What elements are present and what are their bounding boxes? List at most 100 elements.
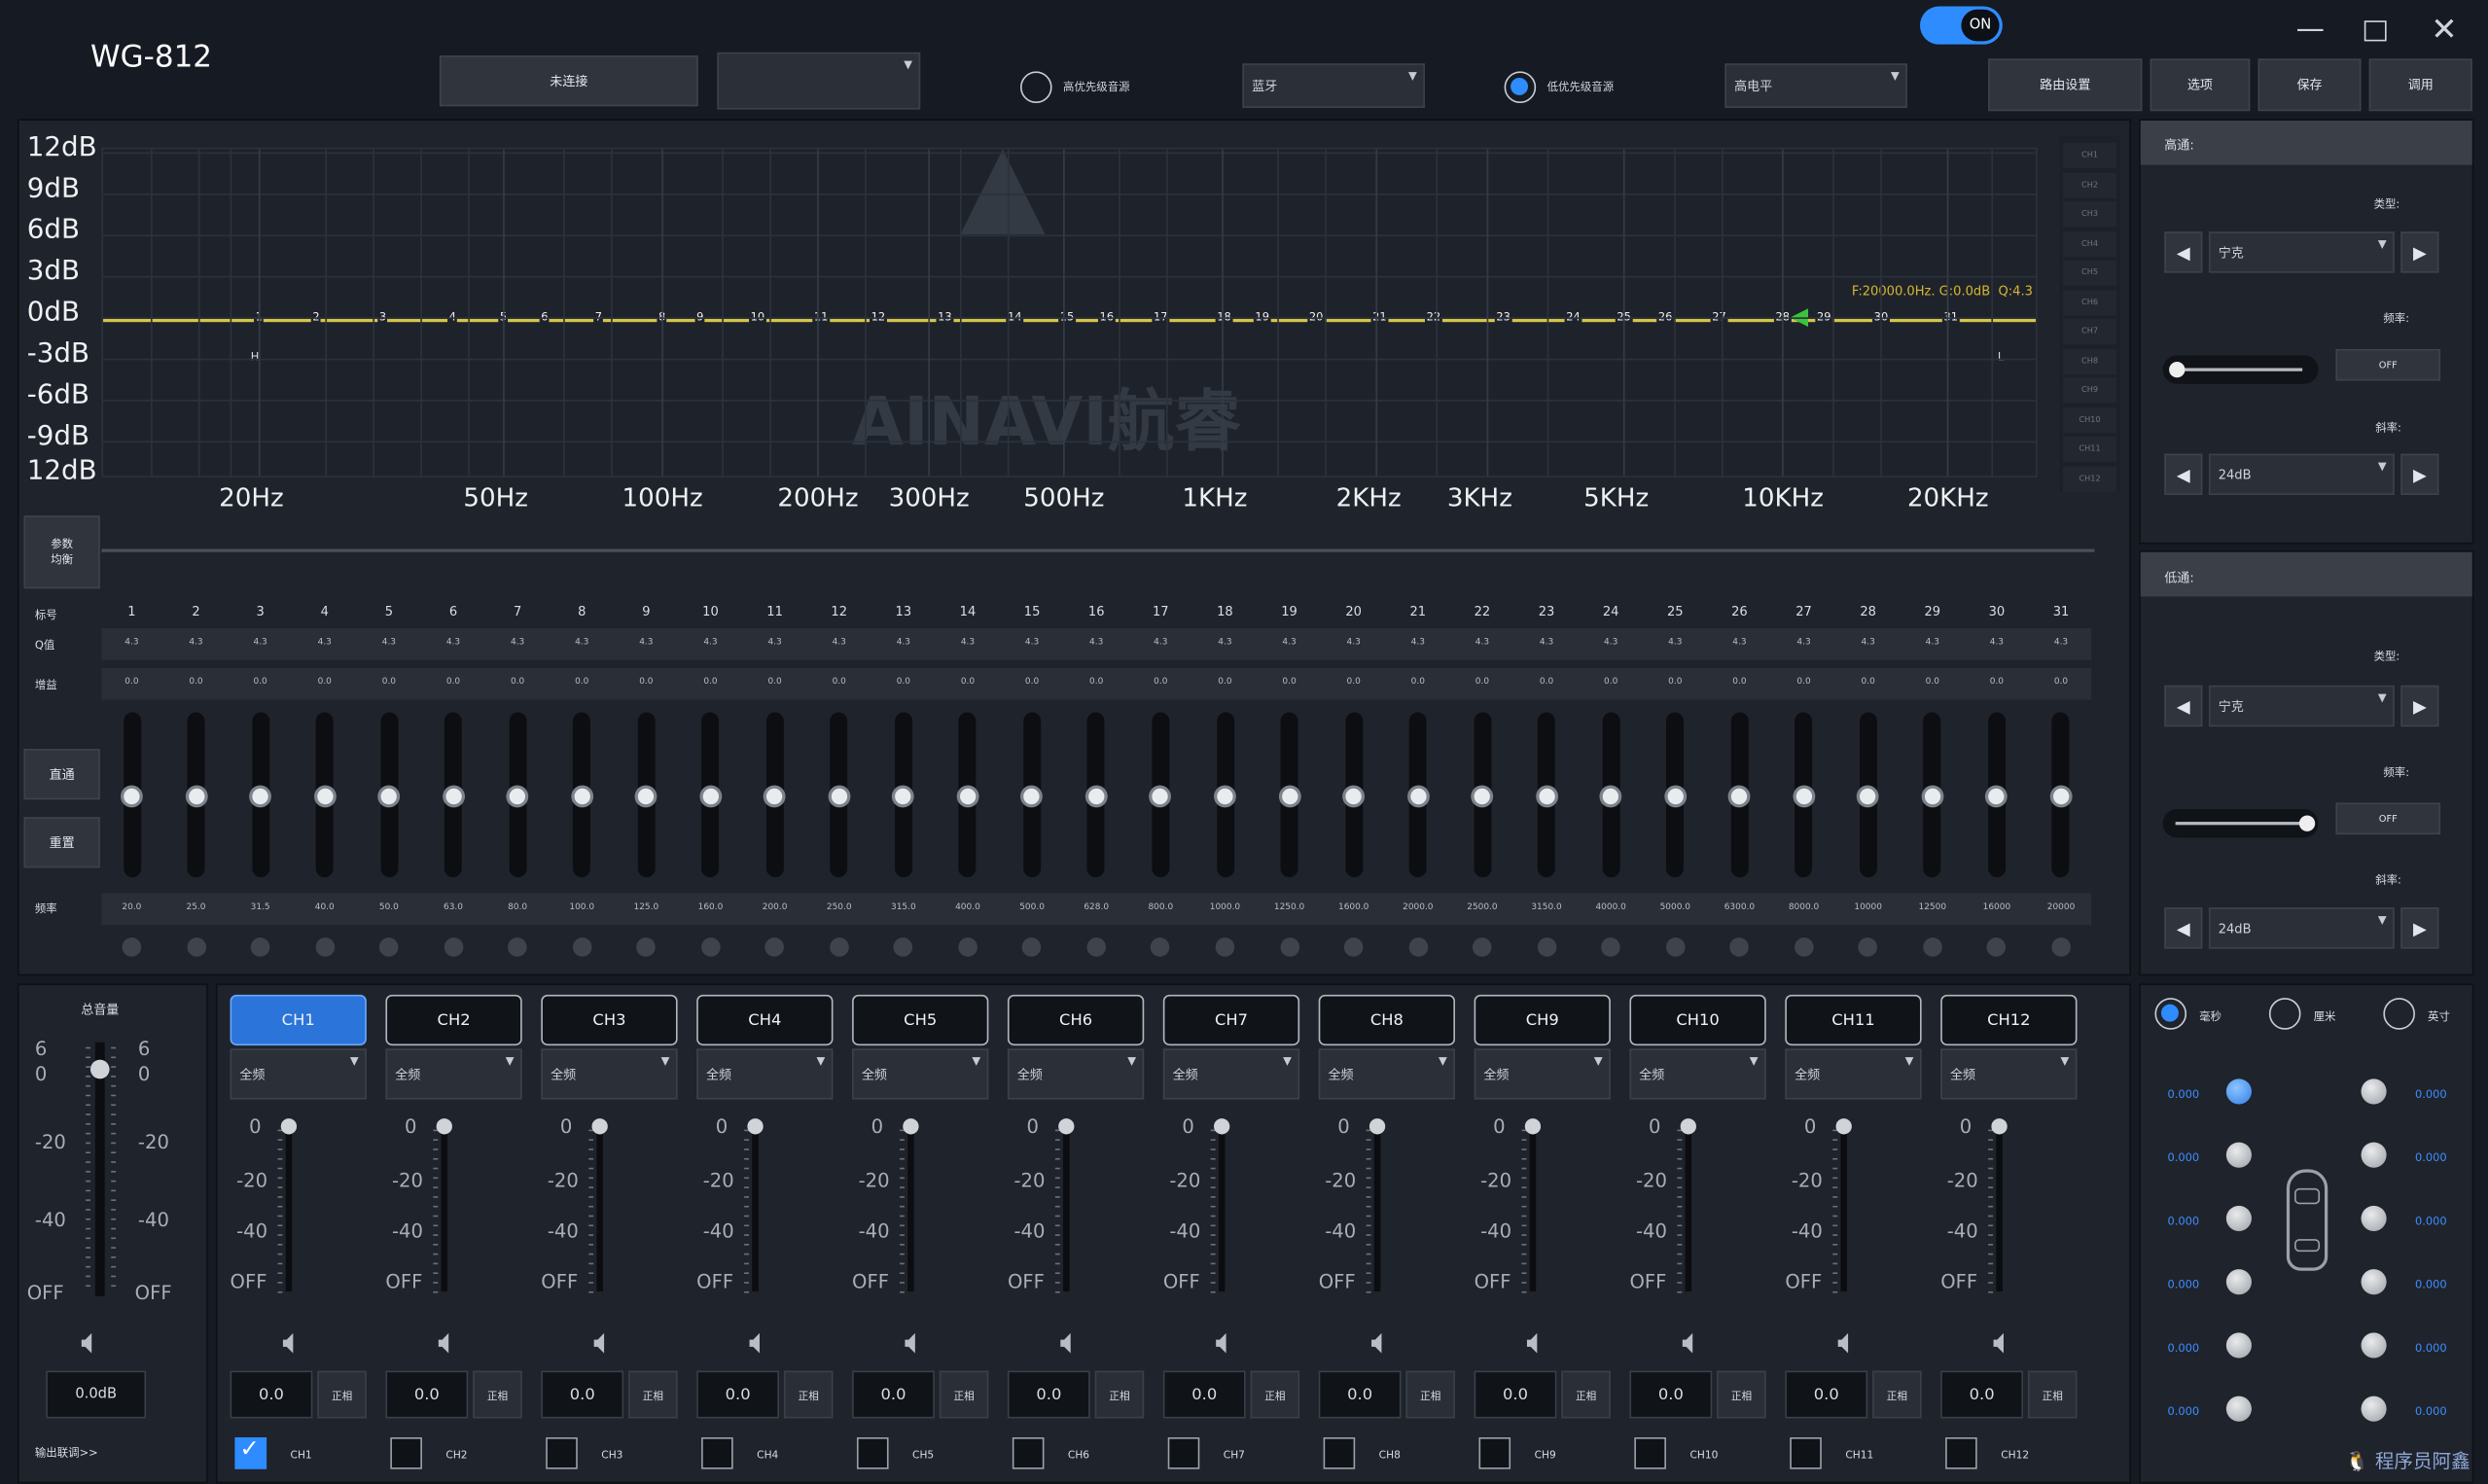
band-freq[interactable]: 8000.0 — [1775, 902, 1832, 912]
highpass-slope-combo[interactable]: 24dB ▼ — [2208, 453, 2395, 495]
band-gain[interactable]: 0.0 — [430, 678, 478, 688]
band-freq[interactable]: 6300.0 — [1711, 902, 1768, 912]
band-bypass-toggle[interactable] — [186, 937, 206, 957]
channel-select-ch12[interactable]: CH12 — [1940, 994, 2078, 1046]
channel-link-checkbox[interactable] — [1790, 1437, 1822, 1469]
channel-phase-button[interactable]: 正相 — [628, 1370, 678, 1419]
delay-unit-radio[interactable] — [2268, 998, 2301, 1030]
maximize-icon[interactable] — [2364, 20, 2387, 42]
band-fader-knob[interactable] — [252, 788, 268, 805]
band-gain[interactable]: 0.0 — [1458, 678, 1506, 688]
band-gain[interactable]: 0.0 — [236, 678, 284, 688]
band-q[interactable]: 4.3 — [1652, 638, 1699, 648]
band-gain[interactable]: 0.0 — [1973, 678, 2020, 688]
band-bypass-toggle[interactable] — [122, 937, 142, 957]
band-q[interactable]: 4.3 — [1073, 638, 1120, 648]
band-bypass-toggle[interactable] — [700, 937, 721, 957]
channel-fader-knob[interactable] — [1991, 1118, 2008, 1135]
band-fader-knob[interactable] — [959, 788, 977, 805]
band-gain[interactable]: 0.0 — [1073, 678, 1120, 688]
speaker-icon[interactable]: 🔈︎ — [749, 1324, 770, 1363]
speaker-icon[interactable]: 🔈︎ — [1216, 1324, 1237, 1363]
channel-phase-button[interactable]: 正相 — [1094, 1370, 1145, 1419]
band-gain[interactable]: 0.0 — [751, 678, 799, 688]
band-q[interactable]: 4.3 — [687, 638, 734, 648]
channel-fader[interactable] — [1529, 1121, 1537, 1291]
band-freq[interactable]: 500.0 — [1004, 902, 1061, 912]
channel-fader-knob[interactable] — [1524, 1118, 1542, 1135]
channel-fader[interactable] — [1218, 1121, 1226, 1291]
band-fader-knob[interactable] — [1088, 788, 1105, 805]
minimize-icon[interactable]: — — [2296, 13, 2325, 46]
band-gain[interactable]: 0.0 — [1716, 678, 1763, 688]
band-q[interactable]: 4.3 — [1780, 638, 1828, 648]
band-bypass-toggle[interactable] — [1537, 937, 1556, 957]
load-button[interactable]: 调用 — [2368, 58, 2472, 112]
channel-gain-value[interactable]: 0.0 — [1940, 1370, 2024, 1419]
band-gain[interactable]: 0.0 — [172, 678, 220, 688]
device-combo[interactable]: ▼ — [717, 52, 921, 110]
channel-fader[interactable] — [596, 1121, 603, 1291]
band-q[interactable]: 4.3 — [108, 638, 156, 648]
channel-gain-value[interactable]: 0.0 — [1162, 1370, 1246, 1419]
reset-button[interactable]: 重置 — [23, 817, 100, 868]
band-q[interactable]: 4.3 — [1330, 638, 1377, 648]
channel-select-ch2[interactable]: CH2 — [385, 994, 522, 1046]
channel-fader[interactable] — [1840, 1121, 1847, 1291]
delay-left-value[interactable]: 0.000 — [2167, 1216, 2199, 1228]
low-source-combo[interactable]: 高电平 ▼ — [1724, 63, 1907, 108]
channel-fader-knob[interactable] — [1835, 1118, 1852, 1135]
highpass-type-next-icon[interactable]: ▶ — [2400, 231, 2439, 273]
selected-band-arrow-icon[interactable]: ◀ — [1790, 301, 1808, 330]
delay-right-value[interactable]: 0.000 — [2415, 1279, 2447, 1291]
channel-select-ch5[interactable]: CH5 — [852, 994, 989, 1046]
band-fader-knob[interactable] — [831, 788, 847, 805]
graph-channel-item[interactable]: CH11 — [2062, 436, 2117, 462]
band-fader-knob[interactable] — [1345, 788, 1362, 805]
speaker-icon[interactable]: 🔈︎ — [282, 1324, 303, 1363]
band-q[interactable]: 4.3 — [1394, 638, 1441, 648]
lowpass-freq-value[interactable]: OFF — [2335, 802, 2441, 835]
highpass-freq-value[interactable]: OFF — [2335, 348, 2441, 381]
channel-link-checkbox[interactable] — [1634, 1437, 1666, 1469]
high-priority-radio[interactable] — [1019, 71, 1052, 104]
lowpass-type-next-icon[interactable]: ▶ — [2400, 685, 2439, 727]
band-bypass-toggle[interactable] — [1794, 937, 1814, 957]
channel-phase-button[interactable]: 正相 — [2027, 1370, 2078, 1419]
channel-mode-combo[interactable]: 全频 ▼ — [1162, 1048, 1300, 1100]
band-gain[interactable]: 0.0 — [494, 678, 542, 688]
band-fader-knob[interactable] — [574, 788, 590, 805]
channel-phase-button[interactable]: 正相 — [783, 1370, 834, 1419]
band-fader-knob[interactable] — [1795, 788, 1812, 805]
band-freq[interactable]: 315.0 — [874, 902, 932, 912]
band-gain[interactable]: 0.0 — [1908, 678, 1956, 688]
channel-phase-button[interactable]: 正相 — [1250, 1370, 1300, 1419]
channel-link-checkbox[interactable] — [546, 1437, 578, 1469]
channel-select-ch9[interactable]: CH9 — [1474, 994, 1611, 1046]
band-bypass-toggle[interactable] — [958, 937, 977, 957]
graph-channel-item[interactable]: CH1 — [2062, 142, 2117, 168]
band-q[interactable]: 4.3 — [815, 638, 863, 648]
channel-select-ch7[interactable]: CH7 — [1162, 994, 1300, 1046]
highpass-type-prev-icon[interactable]: ◀ — [2164, 231, 2203, 273]
channel-link-checkbox[interactable] — [856, 1437, 889, 1469]
band-bypass-toggle[interactable] — [572, 937, 592, 957]
channel-select-ch3[interactable]: CH3 — [541, 994, 678, 1046]
channel-fader[interactable] — [907, 1121, 914, 1291]
delay-speaker-left[interactable] — [2225, 1205, 2252, 1231]
band-bypass-toggle[interactable] — [1343, 937, 1364, 957]
graph-channel-item[interactable]: CH8 — [2062, 348, 2117, 374]
channel-gain-value[interactable]: 0.0 — [1474, 1370, 1557, 1419]
band-q[interactable]: 4.3 — [2038, 638, 2085, 648]
band-gain[interactable]: 0.0 — [2038, 678, 2085, 688]
channel-select-ch11[interactable]: CH11 — [1785, 994, 1922, 1046]
lowpass-freq-slider[interactable] — [2162, 809, 2319, 838]
band-freq[interactable]: 20000 — [2033, 902, 2090, 912]
band-q[interactable]: 4.3 — [558, 638, 606, 648]
close-icon[interactable]: ✕ — [2431, 10, 2457, 48]
band-bypass-toggle[interactable] — [1279, 937, 1299, 957]
delay-speaker-right[interactable] — [2361, 1078, 2387, 1105]
delay-left-value[interactable]: 0.000 — [2167, 1151, 2199, 1164]
band-fader-knob[interactable] — [124, 788, 140, 805]
channel-mode-combo[interactable]: 全频 ▼ — [1474, 1048, 1611, 1100]
